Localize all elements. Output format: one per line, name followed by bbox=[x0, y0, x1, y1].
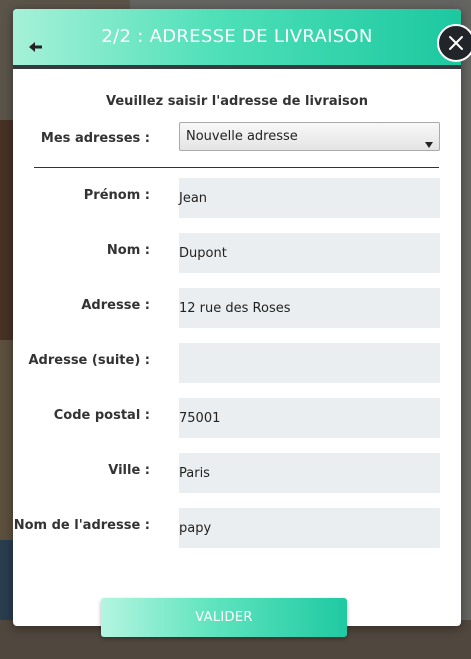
select-value: Nouvelle adresse bbox=[186, 129, 298, 144]
address-label: Adresse : bbox=[81, 298, 150, 313]
first-name-value: Jean bbox=[179, 191, 208, 206]
city-value: Paris bbox=[179, 466, 210, 481]
first-name-field[interactable]: Jean bbox=[179, 178, 440, 218]
address-value: 12 rue des Roses bbox=[179, 301, 291, 316]
address-name-field[interactable]: papy bbox=[179, 508, 440, 548]
postal-code-label: Code postal : bbox=[53, 408, 150, 423]
instructions-text: Veuillez saisir l'adresse de livraison bbox=[106, 94, 368, 109]
address-2-field[interactable] bbox=[179, 343, 440, 383]
submit-label: VALIDER bbox=[195, 610, 253, 625]
close-button[interactable] bbox=[437, 24, 471, 62]
last-name-field[interactable]: Dupont bbox=[179, 233, 440, 273]
modal-header: 2/2 : ADRESSE DE LIVRAISON bbox=[13, 9, 461, 65]
first-name-label: Prénom : bbox=[83, 188, 150, 203]
addresses-label: Mes adresses : bbox=[40, 131, 150, 146]
modal-title: 2/2 : ADRESSE DE LIVRAISON bbox=[101, 26, 373, 47]
delivery-address-modal: 2/2 : ADRESSE DE LIVRAISON Veuillez sais… bbox=[13, 9, 461, 626]
header-divider bbox=[13, 65, 461, 69]
postal-code-field[interactable]: 75001 bbox=[179, 398, 440, 438]
arrow-left-icon[interactable] bbox=[28, 39, 44, 55]
address-field[interactable]: 12 rue des Roses bbox=[179, 288, 440, 328]
submit-button[interactable]: VALIDER bbox=[101, 598, 347, 637]
last-name-value: Dupont bbox=[179, 246, 227, 261]
close-icon bbox=[449, 36, 463, 50]
address-2-label: Adresse (suite) : bbox=[28, 353, 150, 368]
city-label: Ville : bbox=[108, 463, 150, 478]
postal-code-value: 75001 bbox=[179, 411, 221, 426]
divider bbox=[34, 167, 439, 168]
caret-down-icon bbox=[425, 133, 433, 152]
saved-addresses-select[interactable]: Nouvelle adresse bbox=[179, 122, 440, 151]
address-name-label: Nom de l'adresse : bbox=[13, 518, 150, 533]
city-field[interactable]: Paris bbox=[179, 453, 440, 493]
last-name-label: Nom : bbox=[106, 243, 150, 258]
address-name-value: papy bbox=[179, 521, 212, 536]
